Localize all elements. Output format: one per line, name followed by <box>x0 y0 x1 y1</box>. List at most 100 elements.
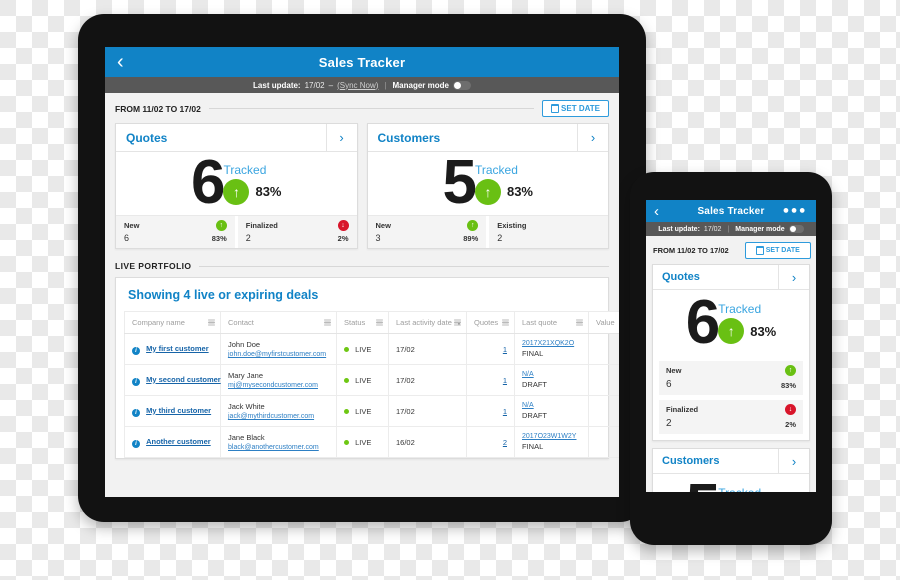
quotes-count-link[interactable]: 2 <box>503 438 507 447</box>
contact-email-link[interactable]: black@anothercustomer.com <box>228 444 329 451</box>
status-badge: LIVE <box>355 344 372 354</box>
contact-email-link[interactable]: jack@mythirdcustomer.com <box>228 413 329 420</box>
quotes-count-link[interactable]: 1 <box>503 376 507 385</box>
dash-separator: – <box>328 80 334 90</box>
column-menu-icon[interactable] <box>454 319 461 326</box>
statusbar-separator: | <box>384 80 387 90</box>
footer-value: 6 <box>666 379 672 390</box>
phone-titlebar: ‹ Sales Tracker ●●● <box>646 200 816 222</box>
chevron-right-icon[interactable]: › <box>577 124 608 151</box>
cell-quotes[interactable]: 1 <box>466 333 515 365</box>
panel-title: Showing 4 live or expiring deals <box>128 288 319 302</box>
column-header-value[interactable]: Value <box>588 311 619 334</box>
column-header-last-quote[interactable]: Last quote <box>514 311 589 334</box>
cell-company[interactable]: i Another customer <box>124 426 221 458</box>
quotes-count-link[interactable]: 1 <box>503 345 507 354</box>
card-body: 5 Tracked ↑ 89% <box>653 474 809 492</box>
contact-email-link[interactable]: john.doe@myfirstcustomer.com <box>228 351 329 358</box>
column-header-status[interactable]: Status <box>336 311 389 334</box>
column-header-contact[interactable]: Contact <box>220 311 337 334</box>
quotes-count-link[interactable]: 1 <box>503 407 507 416</box>
tablet-statusbar: Last update: 17/02 – (Sync Now) | Manage… <box>105 77 619 93</box>
last-quote-link[interactable]: 2017X21XQK2O <box>522 340 581 347</box>
kpi-card-quotes[interactable]: Quotes › 6 Tracked ↑ 83% New ↑ 6 83% Fin… <box>115 123 358 249</box>
column-menu-icon[interactable] <box>208 319 215 326</box>
column-header-last-activity-date[interactable]: Last activity date ▼ <box>388 311 467 334</box>
manager-mode-label: Manager mode <box>735 225 785 233</box>
last-quote-link[interactable]: N/A <box>522 402 581 409</box>
date-range-label: FROM 11/02 TO 17/02 <box>653 246 729 255</box>
chevron-right-icon[interactable]: › <box>325 124 357 151</box>
column-menu-icon[interactable] <box>324 319 331 326</box>
company-link[interactable]: My second customer <box>146 375 221 384</box>
header-label: Last activity date <box>396 318 452 327</box>
cell-quotes[interactable]: 2 <box>466 426 515 458</box>
card-footer: New ↑ 6 83% Finalized ↓ 2 2% <box>116 215 357 248</box>
live-portfolio-header: LIVE PORTFOLIO <box>105 249 619 277</box>
kpi-detail: Tracked ↑ 83% <box>718 302 776 344</box>
more-options-icon[interactable]: ●●● <box>783 205 807 217</box>
kpi-detail: Tracked ↑ 83% <box>223 163 282 205</box>
footer-stat-new[interactable]: New ↑ 6 83% <box>659 361 803 395</box>
footer-stat-finalized[interactable]: Finalized ↓ 2 2% <box>659 400 803 434</box>
statusbar-separator: | <box>727 225 730 233</box>
cell-company[interactable]: i My third customer <box>124 395 221 427</box>
column-menu-icon[interactable] <box>576 319 583 326</box>
contact-email-link[interactable]: mj@mysecondcustomer.com <box>228 382 329 389</box>
info-icon[interactable]: i <box>132 408 140 417</box>
cell-contact: Mary Jane mj@mysecondcustomer.com <box>220 364 337 396</box>
last-quote-link[interactable]: 2017O23W1W2Y <box>522 433 581 440</box>
chevron-right-icon[interactable]: › <box>778 265 809 289</box>
manager-mode-toggle[interactable] <box>788 225 804 233</box>
cell-value <box>588 364 619 396</box>
company-link[interactable]: My third customer <box>146 406 211 415</box>
cell-company[interactable]: i My second customer <box>124 364 221 396</box>
manager-mode-toggle[interactable] <box>452 80 471 90</box>
table-row[interactable]: i My second customer Mary Jane mj@myseco… <box>124 364 619 396</box>
set-date-button[interactable]: SET DATE <box>744 242 811 259</box>
footer-value: 2 <box>497 233 503 243</box>
footer-stat-new[interactable]: New ↑ 6 83% <box>116 216 235 248</box>
kpi-card-customers[interactable]: Customers › 5 Tracked ↑ 89% <box>652 448 810 492</box>
column-header-company-name[interactable]: Company name <box>124 311 221 334</box>
footer-stat-finalized[interactable]: Finalized ↓ 2 2% <box>234 216 357 248</box>
info-icon[interactable]: i <box>132 346 140 355</box>
deals-table: Company name Contact Status Last activit… <box>124 311 619 458</box>
cell-status: LIVE <box>336 395 389 427</box>
cell-company[interactable]: i My first customer <box>124 333 221 365</box>
header-label: Contact <box>228 318 254 327</box>
arrow-up-icon: ↑ <box>215 220 227 231</box>
last-quote-link[interactable]: N/A <box>522 371 581 378</box>
column-menu-icon[interactable] <box>376 319 383 326</box>
info-icon[interactable]: i <box>132 377 140 386</box>
column-header-quotes[interactable]: Quotes <box>466 311 515 334</box>
kpi-tracked-pct: 83% <box>506 184 533 199</box>
tablet-screen: ‹ Sales Tracker Last update: 17/02 – (Sy… <box>105 47 619 497</box>
arrow-down-icon: ↓ <box>785 404 796 415</box>
kpi-card-customers[interactable]: Customers › 5 Tracked ↑ 83% New ↑ 3 89% … <box>366 123 609 249</box>
footer-label: Finalized <box>666 405 699 414</box>
footer-stat-new[interactable]: New ↑ 3 89% <box>367 216 487 248</box>
table-row[interactable]: i My third customer Jack White jack@myth… <box>124 395 619 427</box>
sync-now-link[interactable]: (Sync Now) <box>337 81 378 90</box>
cell-contact: Jane Black black@anothercustomer.com <box>220 426 337 458</box>
set-date-button[interactable]: SET DATE <box>542 100 609 117</box>
info-icon[interactable]: i <box>132 439 140 448</box>
last-update-value: 17/02 <box>703 225 722 233</box>
footer-pct: 83% <box>780 381 796 390</box>
table-row[interactable]: i Another customer Jane Black black@anot… <box>124 426 619 458</box>
status-dot-icon <box>344 346 349 352</box>
kpi-card-quotes[interactable]: Quotes › 6 Tracked ↑ 83% New ↑ 6 83% Fin… <box>652 264 810 441</box>
company-link[interactable]: Another customer <box>146 437 211 446</box>
company-link[interactable]: My first customer <box>146 344 209 353</box>
cell-quotes[interactable]: 1 <box>466 364 515 396</box>
cell-quotes[interactable]: 1 <box>466 395 515 427</box>
cell-status: LIVE <box>336 364 389 396</box>
column-menu-icon[interactable] <box>502 319 509 326</box>
table-row[interactable]: i My first customer John Doe john.doe@my… <box>124 333 619 365</box>
footer-stat-existing[interactable]: Existing 2 <box>486 216 608 248</box>
live-portfolio-panel: Showing 4 live or expiring deals Company… <box>115 277 619 459</box>
chevron-right-icon[interactable]: › <box>778 449 809 473</box>
table-header-row: Company name Contact Status Last activit… <box>124 311 619 334</box>
header-label: Company name <box>132 318 185 327</box>
